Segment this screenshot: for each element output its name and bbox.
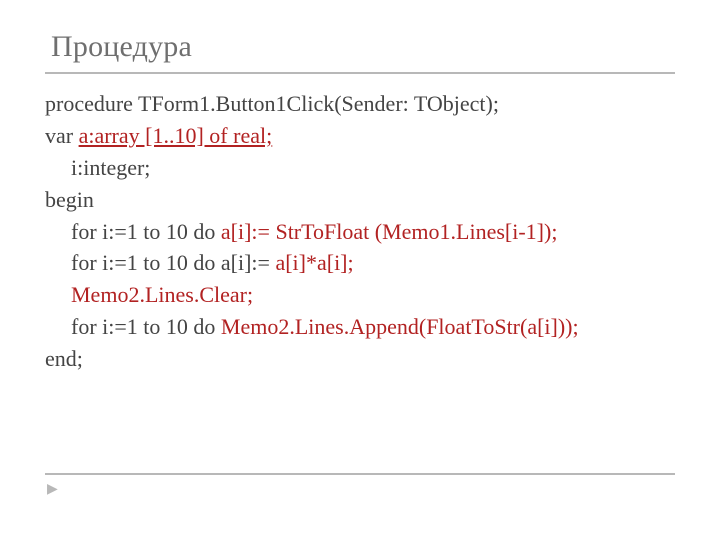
code-line: for i:=1 to 10 do Memo2.Lines.Append(Flo…: [45, 311, 675, 343]
code-text: for i:=1 to 10 do: [71, 314, 221, 339]
code-line: Memo2.Lines.Clear;: [45, 279, 675, 311]
code-highlight: Memo2.Lines.Clear;: [71, 282, 253, 307]
code-line: for i:=1 to 10 do a[i]:= a[i]*a[i];: [45, 247, 675, 279]
code-line: i:integer;: [45, 152, 675, 184]
code-text: var: [45, 123, 79, 148]
code-highlight: a[i]*a[i];: [275, 250, 353, 275]
code-highlight: Memo2.Lines.Append(FloatToStr(a[i]));: [221, 314, 579, 339]
code-highlight: a[i]:= StrToFloat (Memo1.Lines[i-1]);: [221, 219, 558, 244]
code-text: for i:=1 to 10 do: [71, 219, 221, 244]
code-line: begin: [45, 184, 675, 216]
code-text: for i:=1 to 10 do a[i]:=: [71, 250, 275, 275]
divider-top: [45, 72, 675, 74]
slide-title: Процедура: [45, 30, 675, 72]
title-block: Процедура: [45, 30, 675, 74]
code-body: procedure TForm1.Button1Click(Sender: TO…: [45, 88, 675, 375]
slide-footer: ▶: [45, 473, 675, 498]
code-line: end;: [45, 343, 675, 375]
code-highlight: a:array [1..10] of real;: [79, 123, 273, 148]
code-line: var a:array [1..10] of real;: [45, 120, 675, 152]
code-line: procedure TForm1.Button1Click(Sender: TO…: [45, 88, 675, 120]
slide: Процедура procedure TForm1.Button1Click(…: [0, 0, 720, 540]
bullet-icon: ▶: [45, 481, 675, 498]
divider-bottom: [45, 473, 675, 475]
code-line: for i:=1 to 10 do a[i]:= StrToFloat (Mem…: [45, 216, 675, 248]
